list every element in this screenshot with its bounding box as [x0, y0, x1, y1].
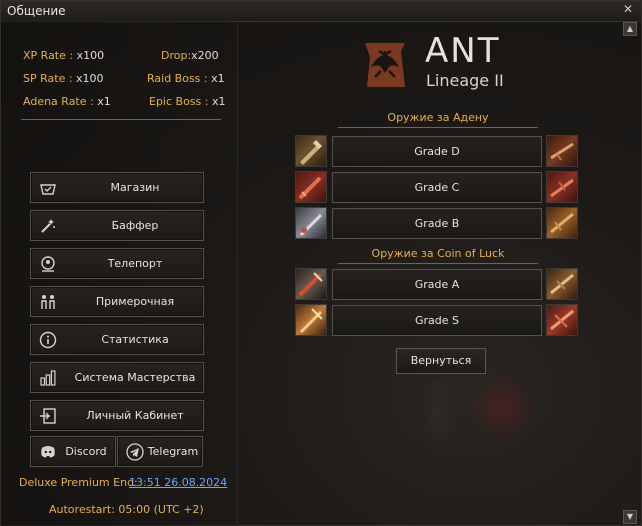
magic-wand-icon	[39, 217, 57, 235]
grade-d-button[interactable]: Grade D	[332, 136, 542, 167]
xp-rate-value: x100	[76, 49, 105, 62]
fitting-room-label: Примерочная	[95, 295, 175, 308]
drop-rate: Drop:x200	[161, 49, 219, 62]
basket-icon	[39, 179, 57, 197]
grade-a-button[interactable]: Grade A	[332, 269, 542, 300]
epic-boss-label: Epic Boss :	[149, 95, 209, 108]
back-button[interactable]: Вернуться	[396, 348, 486, 374]
window-title: Общение	[7, 4, 66, 18]
drop-rate-value: x200	[191, 49, 219, 62]
background-character	[419, 381, 459, 456]
adena-rate: Adena Rate : x1	[23, 95, 111, 108]
epic-boss-rate: Epic Boss : x1	[149, 95, 226, 108]
adena-rate-value: x1	[97, 95, 111, 108]
login-icon	[39, 407, 57, 425]
fitting-room-button[interactable]: Примерочная	[30, 286, 204, 317]
xp-rate-label: XP Rate :	[23, 49, 74, 62]
scroll-up-arrow-icon[interactable]: ▲	[623, 22, 637, 36]
shop-label: Магазин	[110, 181, 160, 194]
teleport-button[interactable]: Телепорт	[30, 248, 204, 279]
bar-chart-icon	[39, 369, 57, 387]
weapon-b-left-icon	[295, 207, 327, 239]
epic-boss-value: x1	[211, 95, 226, 108]
shop-button[interactable]: Магазин	[30, 172, 204, 203]
discord-label: Discord	[65, 445, 107, 458]
weapon-a-right-icon	[546, 268, 578, 300]
background-glow	[467, 373, 537, 443]
scroll-down-arrow-icon[interactable]: ▼	[623, 510, 637, 524]
raid-boss-value: x1	[211, 72, 225, 85]
logo-title: ANT	[425, 31, 501, 71]
title-bar[interactable]: Общение ✕	[1, 1, 641, 22]
statistics-label: Статистика	[101, 333, 169, 346]
weapon-d-right-icon	[546, 135, 578, 167]
personal-cabinet-button[interactable]: Личный Кабинет	[30, 400, 204, 431]
sp-rate: SP Rate : x100	[23, 72, 104, 85]
adena-weapons-title: Оружие за Адену	[387, 111, 489, 124]
statistics-button[interactable]: Статистика	[30, 324, 204, 355]
weapon-s-right-icon	[546, 304, 578, 336]
logo-subtitle: Lineage II	[426, 71, 504, 90]
rates-divider	[21, 119, 221, 120]
grade-s-button[interactable]: Grade S	[332, 305, 542, 336]
premium-end-label: Deluxe Premium End:	[19, 476, 138, 489]
telegram-button[interactable]: Telegram	[117, 436, 203, 467]
drop-rate-label: Drop:	[161, 49, 192, 62]
discord-button[interactable]: Discord	[30, 436, 116, 467]
sp-rate-value: x100	[76, 72, 104, 85]
raid-boss-rate: Raid Boss : x1	[147, 72, 225, 85]
weapon-d-left-icon	[295, 135, 327, 167]
telegram-icon	[126, 443, 144, 461]
sp-rate-label: SP Rate :	[23, 72, 73, 85]
grade-c-button[interactable]: Grade C	[332, 172, 542, 203]
buffer-button[interactable]: Баффер	[30, 210, 204, 241]
ant-emblem-logo	[357, 37, 413, 93]
buffer-label: Баффер	[111, 219, 159, 232]
teleport-label: Телепорт	[107, 257, 163, 270]
grade-b-button[interactable]: Grade B	[332, 208, 542, 239]
weapon-s-left-icon	[295, 304, 327, 336]
weapon-a-left-icon	[295, 268, 327, 300]
telegram-label: Telegram	[147, 445, 199, 458]
coin-weapons-title: Оружие за Coin of Luck	[371, 247, 505, 260]
mastery-system-label: Система Мастерства	[74, 371, 196, 384]
premium-end-link[interactable]: 13:51 26.08.2024	[129, 476, 227, 489]
weapon-c-right-icon	[546, 171, 578, 203]
coin-section-divider	[338, 263, 538, 264]
community-window: Общение ✕ ▲ ▼ XP Rate : x100 Drop:x200 S…	[0, 0, 642, 526]
portal-icon	[39, 255, 57, 273]
close-icon[interactable]: ✕	[623, 2, 633, 16]
weapon-b-right-icon	[546, 207, 578, 239]
adena-section-divider	[338, 127, 538, 128]
people-icon	[39, 293, 57, 311]
info-icon	[39, 331, 57, 349]
personal-cabinet-label: Личный Кабинет	[86, 409, 184, 422]
raid-boss-label: Raid Boss :	[147, 72, 208, 85]
adena-rate-label: Adena Rate :	[23, 95, 94, 108]
autorestart-text: Autorestart: 05:00 (UTC +2)	[49, 503, 204, 516]
mastery-system-button[interactable]: Система Мастерства	[30, 362, 204, 393]
weapon-c-left-icon	[295, 171, 327, 203]
discord-icon	[39, 443, 57, 461]
xp-rate: XP Rate : x100	[23, 49, 104, 62]
